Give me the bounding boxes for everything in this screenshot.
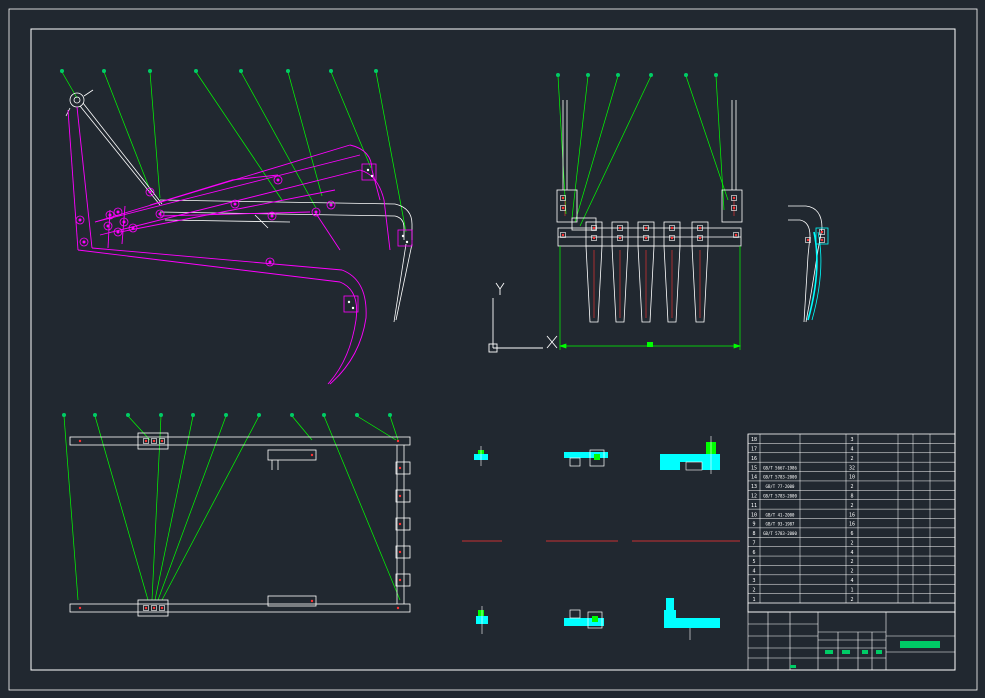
balloon-numbers-side	[60, 69, 378, 73]
bom-row-number: 14	[751, 475, 757, 481]
bom-row-number: 11	[751, 503, 757, 509]
leader-lines-front	[557, 75, 729, 227]
bom-table: 18 317 416 215 GB/T 5667-1986 3214 GB/T 5783-2…	[747, 433, 956, 613]
bom-row-number: 18	[751, 437, 757, 443]
side-elevation-view	[60, 69, 413, 385]
bom-row-number: 15	[751, 465, 757, 471]
bom-row-qty: 16	[849, 512, 855, 518]
bom-row-number: 12	[751, 494, 757, 500]
bom-row-number: 2	[752, 587, 755, 593]
bom-row-number: 13	[751, 484, 757, 490]
bom-row-number: 17	[751, 447, 757, 453]
bom-row-standard: GB/T 93-1987	[766, 522, 795, 527]
drawing-frame	[8, 8, 978, 691]
bom-row-qty: 2	[850, 503, 853, 509]
bom-row-qty: 10	[849, 475, 855, 481]
bom-row-qty: 2	[850, 559, 853, 565]
bom-row-standard: GB/T 5783-2000	[763, 494, 797, 499]
bom-row-qty: 16	[849, 522, 855, 528]
bom-row-qty: 2	[850, 597, 853, 603]
detail-sections	[462, 436, 740, 640]
bom-row-standard: GB/T 41-2000	[766, 512, 795, 517]
bom-row-qty: 2	[850, 456, 853, 462]
tine-side-profile	[788, 205, 829, 323]
bom-row-number: 7	[752, 540, 755, 546]
bom-row-qty: 4	[850, 578, 853, 584]
bom-row-qty: 4	[850, 550, 853, 556]
bom-row-standard: GB/T 5783-2000	[763, 475, 797, 480]
bom-row-number: 8	[752, 531, 755, 537]
cad-drawing-canvas[interactable]: Y X	[0, 0, 985, 698]
bom-row-qty: 6	[850, 531, 853, 537]
bom-row-qty: 3	[850, 437, 853, 443]
bom-row-number: 9	[752, 522, 755, 528]
bom-row-number: 16	[751, 456, 757, 462]
bom-row-qty: 2	[850, 569, 853, 575]
bom-row-standard: GB/T 77-2000	[766, 484, 795, 489]
bom-row-qty: 1	[850, 587, 853, 593]
bom-row-qty: 2	[850, 540, 853, 546]
bom-row-number: 4	[752, 569, 755, 575]
front-elevation-view	[556, 73, 743, 350]
bom-row-number: 3	[752, 578, 755, 584]
bom-row-standard: GB/T 5783-2000	[763, 531, 797, 536]
plan-tine-brackets	[395, 461, 411, 587]
bom-row-number: 6	[752, 550, 755, 556]
bom-row-qty: 2	[850, 484, 853, 490]
bom-row-qty: 8	[850, 494, 853, 500]
bom-row-number: 1	[752, 597, 755, 603]
ucs-axis-icon	[488, 282, 558, 353]
linkage-arms	[67, 106, 391, 385]
bom-row-standard: GB/T 5667-1986	[763, 465, 797, 470]
plan-view	[62, 413, 411, 617]
bom-row-number: 10	[751, 512, 757, 518]
leader-lines-plan	[63, 415, 401, 601]
bom-row-number: 5	[752, 559, 755, 565]
bom-row-qty: 4	[850, 447, 853, 453]
title-block	[747, 611, 956, 671]
plan-bolts	[143, 438, 165, 611]
bom-row-qty: 32	[849, 465, 855, 471]
